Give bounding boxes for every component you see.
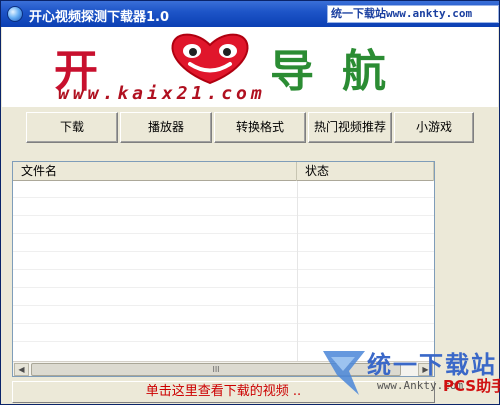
mini-games-button[interactable]: 小游戏 — [394, 112, 474, 143]
logo-url: www.kaix21.com — [58, 83, 266, 104]
scroll-left-arrow-icon[interactable]: ◀ — [14, 363, 29, 376]
corner-watermark: 统一下载站 www.Ankty.com PCS助手 — [319, 345, 500, 405]
list-body[interactable] — [13, 181, 434, 361]
gridline — [13, 269, 434, 270]
title-bar[interactable]: 开心视频探测下载器1.0 统一下载站www.ankty.com — [1, 1, 499, 27]
site-watermark: 统一下载站www.ankty.com — [327, 5, 499, 23]
list-header: 文件名 状态 — [13, 162, 434, 181]
gridline — [13, 251, 434, 252]
column-header-status[interactable]: 状态 — [297, 162, 434, 181]
gridline — [13, 305, 434, 306]
gridline — [13, 287, 434, 288]
logo-banner: 开 导 航 www.kaix21.com — [2, 27, 498, 107]
watermark-arrow-icon — [323, 351, 365, 395]
watermark-site-name: 统一下载站 — [331, 7, 386, 20]
watermark-red-text: PCS助手 — [443, 377, 500, 395]
column-header-filename[interactable]: 文件名 — [13, 162, 297, 181]
app-window: 开心视频探测下载器1.0 统一下载站www.ankty.com 开 导 航 ww… — [0, 0, 500, 405]
hot-videos-button[interactable]: 热门视频推荐 — [308, 112, 392, 143]
gridline — [13, 323, 434, 324]
app-globe-icon[interactable] — [7, 6, 23, 22]
convert-format-button[interactable]: 转换格式 — [214, 112, 306, 143]
toolbar: 下载 播放器 转换格式 热门视频推荐 小游戏 — [26, 112, 476, 143]
logo-char-hang: 航 — [342, 46, 386, 97]
watermark-site-url: www.ankty.com — [386, 7, 473, 20]
gridline — [13, 341, 434, 342]
column-divider — [297, 181, 298, 361]
logo-char-dao: 导 — [270, 46, 314, 97]
gridline — [13, 197, 434, 198]
player-button[interactable]: 播放器 — [120, 112, 212, 143]
gridline — [13, 215, 434, 216]
download-button[interactable]: 下载 — [26, 112, 118, 143]
logo-smiley-icon — [171, 33, 249, 85]
window-title: 开心视频探测下载器1.0 — [29, 10, 170, 25]
gridline — [13, 233, 434, 234]
